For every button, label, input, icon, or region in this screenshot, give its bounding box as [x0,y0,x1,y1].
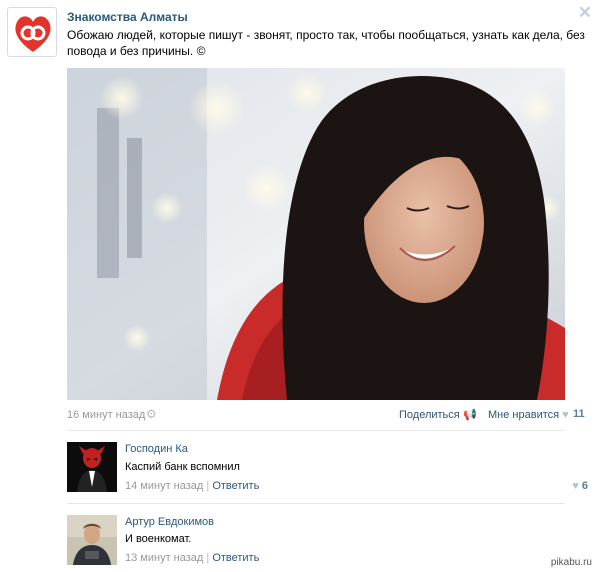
heart-icon: ♥ [562,409,569,421]
comment-avatar[interactable] [67,515,117,565]
divider [67,503,565,504]
community-name-link[interactable]: Знакомства Алматы [67,10,188,24]
comment-text: Каспий банк вспомнил [125,461,240,473]
comment-timestamp[interactable]: 14 минут назад [125,480,203,492]
heart-logo-icon [8,8,56,56]
post-photo[interactable] [67,68,565,400]
like-button[interactable]: Мне нравится ♥ [488,409,569,421]
avatar-man-photo [67,515,117,565]
comment-avatar[interactable] [67,442,117,492]
reply-link[interactable]: Ответить [212,552,259,564]
separator: | [206,552,210,564]
avatar-dark-figure [67,442,117,492]
comment-like-button[interactable]: ♥ 6 [572,480,588,492]
post-text: Обожаю людей, которые пишут - звонят, пр… [67,28,585,58]
close-icon[interactable]: ✕ [578,4,592,21]
woman-photo [67,68,565,400]
community-avatar[interactable] [7,7,57,57]
like-count: 11 [573,408,585,420]
comment-meta: 13 минут назад | Ответить [125,552,259,564]
comment-timestamp[interactable]: 13 минут назад [125,552,203,564]
megaphone-icon[interactable]: 📢 [463,408,477,421]
comment-author-link[interactable]: Артур Евдокимов [125,516,214,528]
heart-icon: ♥ [572,480,579,492]
comment-meta: 14 минут назад | Ответить [125,480,259,492]
comment-like-count: 6 [581,480,588,492]
post-timestamp[interactable]: 16 минут назад [67,409,145,421]
comment-author-link[interactable]: Господин Ка [125,443,188,455]
watermark: pikabu.ru [550,557,592,568]
gear-icon[interactable]: ⚙ [146,407,157,421]
separator: | [206,480,210,492]
divider [67,430,565,431]
reply-link[interactable]: Ответить [212,480,259,492]
comment-text: И военкомат. [125,533,192,545]
share-button[interactable]: Поделиться [399,409,460,421]
like-label: Мне нравится [488,409,560,421]
